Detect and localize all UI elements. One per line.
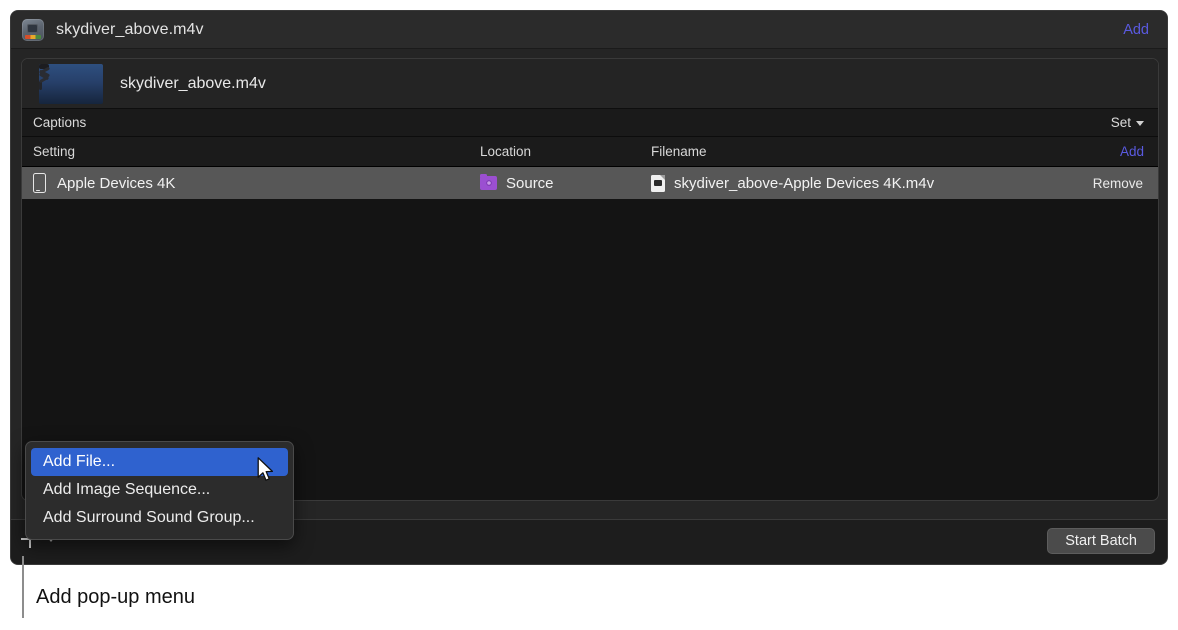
callout-leader-line (22, 556, 24, 618)
document-icon (651, 175, 665, 192)
cell-filename: skydiver_above-Apple Devices 4K.m4v (651, 167, 934, 199)
column-header-location: Location (480, 144, 531, 159)
folder-icon (480, 176, 497, 190)
start-batch-button[interactable]: Start Batch (1047, 528, 1155, 554)
page-title: skydiver_above.m4v (56, 21, 204, 39)
callout-label: Add pop-up menu (36, 586, 195, 609)
screenshot-root: skydiver_above.m4v Add skydiver_above.m4… (0, 0, 1178, 630)
job-file-row[interactable]: skydiver_above.m4v (22, 59, 1158, 109)
titlebar-add-button[interactable]: Add (1123, 22, 1149, 38)
window-titlebar: skydiver_above.m4v Add (11, 11, 1167, 49)
captions-bar: Captions Set (22, 109, 1158, 137)
device-icon (33, 173, 46, 193)
cell-filename-label: skydiver_above-Apple Devices 4K.m4v (674, 175, 934, 192)
captions-label: Captions (33, 115, 86, 130)
table-column-header: Setting Location Filename Add (22, 137, 1158, 167)
compressor-window: skydiver_above.m4v Add skydiver_above.m4… (10, 10, 1168, 565)
cell-setting: Apple Devices 4K (33, 167, 175, 199)
cell-setting-label: Apple Devices 4K (57, 175, 175, 192)
column-header-setting: Setting (33, 144, 75, 159)
table-row[interactable]: Apple Devices 4K Source skydiver_above-A… (22, 167, 1158, 199)
chevron-down-icon (1136, 121, 1144, 126)
captions-set-menu[interactable]: Set (1111, 115, 1144, 130)
compressor-app-icon (22, 19, 44, 41)
column-header-filename: Filename (651, 144, 707, 159)
add-popup-menu: Add File... Add Image Sequence... Add Su… (25, 441, 294, 540)
remove-button[interactable]: Remove (1093, 167, 1143, 199)
cell-location-label: Source (506, 175, 554, 192)
job-file-name: skydiver_above.m4v (120, 75, 266, 93)
menu-item-add-image-sequence[interactable]: Add Image Sequence... (26, 476, 293, 504)
table-add-button[interactable]: Add (1120, 144, 1144, 159)
menu-item-add-file[interactable]: Add File... (31, 448, 288, 476)
job-panel: skydiver_above.m4v Captions Set Setting … (21, 58, 1159, 501)
menu-item-add-surround-sound-group[interactable]: Add Surround Sound Group... (26, 504, 293, 532)
captions-set-label: Set (1111, 115, 1131, 130)
video-thumbnail (39, 64, 103, 104)
cell-location: Source (480, 167, 554, 199)
